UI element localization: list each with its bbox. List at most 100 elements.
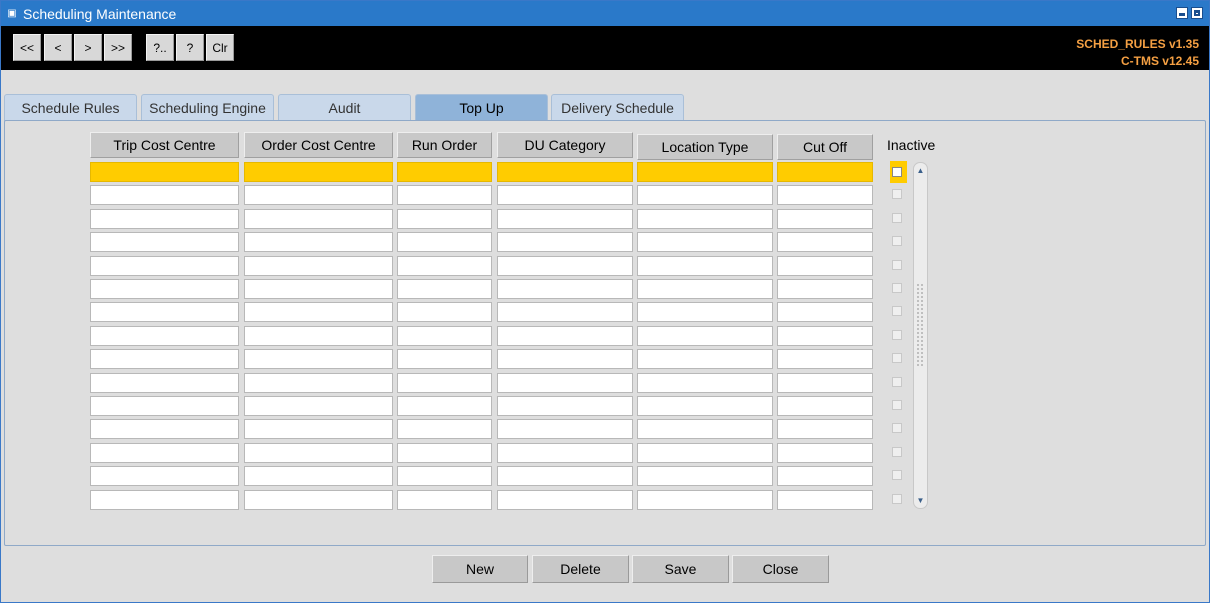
cell-location-type[interactable] — [637, 232, 773, 252]
previous-record-button[interactable]: < — [44, 34, 72, 61]
cell-order-cost-centre[interactable] — [244, 419, 393, 439]
cell-du-category[interactable] — [497, 256, 633, 276]
cell-cut-off[interactable] — [777, 302, 873, 322]
cell-trip-cost-centre[interactable] — [90, 373, 239, 393]
cell-location-type[interactable] — [637, 326, 773, 346]
cell-run-order[interactable] — [397, 490, 492, 510]
cell-run-order[interactable] — [397, 302, 492, 322]
cell-du-category[interactable] — [497, 396, 633, 416]
tab-top-up[interactable]: Top Up — [415, 94, 548, 121]
cell-location-type[interactable] — [637, 256, 773, 276]
inactive-checkbox[interactable] — [892, 423, 902, 433]
cell-location-type[interactable] — [637, 396, 773, 416]
cell-location-type[interactable] — [637, 419, 773, 439]
first-record-button[interactable]: << — [13, 34, 41, 61]
cell-cut-off[interactable] — [777, 466, 873, 486]
cell-trip-cost-centre[interactable] — [90, 256, 239, 276]
cell-trip-cost-centre[interactable] — [90, 232, 239, 252]
cell-run-order[interactable] — [397, 279, 492, 299]
tab-audit[interactable]: Audit — [278, 94, 411, 121]
cell-run-order[interactable] — [397, 443, 492, 463]
grid-scrollbar[interactable]: ▲ ▼ — [913, 162, 928, 509]
cell-order-cost-centre[interactable] — [244, 396, 393, 416]
cell-du-category[interactable] — [497, 232, 633, 252]
cell-trip-cost-centre[interactable] — [90, 443, 239, 463]
cell-order-cost-centre[interactable] — [244, 162, 393, 182]
cell-cut-off[interactable] — [777, 373, 873, 393]
cell-location-type[interactable] — [637, 466, 773, 486]
cell-trip-cost-centre[interactable] — [90, 302, 239, 322]
next-record-button[interactable]: > — [74, 34, 102, 61]
last-record-button[interactable]: >> — [104, 34, 132, 61]
scroll-up-icon[interactable]: ▲ — [915, 165, 926, 176]
inactive-checkbox[interactable] — [892, 400, 902, 410]
maximize-icon[interactable] — [1191, 7, 1203, 19]
tab-scheduling-engine[interactable]: Scheduling Engine — [141, 94, 274, 121]
cell-trip-cost-centre[interactable] — [90, 490, 239, 510]
cell-du-category[interactable] — [497, 209, 633, 229]
inactive-checkbox[interactable] — [892, 189, 902, 199]
cell-location-type[interactable] — [637, 302, 773, 322]
cell-order-cost-centre[interactable] — [244, 256, 393, 276]
cell-trip-cost-centre[interactable] — [90, 326, 239, 346]
inactive-checkbox[interactable] — [892, 306, 902, 316]
cell-order-cost-centre[interactable] — [244, 373, 393, 393]
cell-location-type[interactable] — [637, 490, 773, 510]
cell-du-category[interactable] — [497, 466, 633, 486]
cell-cut-off[interactable] — [777, 349, 873, 369]
cell-order-cost-centre[interactable] — [244, 279, 393, 299]
cell-order-cost-centre[interactable] — [244, 349, 393, 369]
cell-trip-cost-centre[interactable] — [90, 466, 239, 486]
cell-location-type[interactable] — [637, 349, 773, 369]
cell-cut-off[interactable] — [777, 396, 873, 416]
cell-run-order[interactable] — [397, 419, 492, 439]
inactive-checkbox[interactable] — [892, 377, 902, 387]
cell-run-order[interactable] — [397, 349, 492, 369]
tab-schedule-rules[interactable]: Schedule Rules — [4, 94, 137, 121]
cell-order-cost-centre[interactable] — [244, 466, 393, 486]
cell-trip-cost-centre[interactable] — [90, 349, 239, 369]
cell-run-order[interactable] — [397, 232, 492, 252]
cell-du-category[interactable] — [497, 326, 633, 346]
cell-cut-off[interactable] — [777, 232, 873, 252]
cell-run-order[interactable] — [397, 373, 492, 393]
inactive-checkbox[interactable] — [892, 283, 902, 293]
cell-order-cost-centre[interactable] — [244, 490, 393, 510]
cell-location-type[interactable] — [637, 443, 773, 463]
cell-location-type[interactable] — [637, 162, 773, 182]
cell-du-category[interactable] — [497, 185, 633, 205]
inactive-checkbox[interactable] — [892, 213, 902, 223]
cell-order-cost-centre[interactable] — [244, 209, 393, 229]
cell-run-order[interactable] — [397, 466, 492, 486]
cell-run-order[interactable] — [397, 209, 492, 229]
query-execute-button[interactable]: ? — [176, 34, 204, 61]
cell-run-order[interactable] — [397, 326, 492, 346]
cell-run-order[interactable] — [397, 162, 492, 182]
cell-trip-cost-centre[interactable] — [90, 419, 239, 439]
query-enter-button[interactable]: ?.. — [146, 34, 174, 61]
tab-delivery-schedule[interactable]: Delivery Schedule — [551, 94, 684, 121]
new-button[interactable]: New — [432, 555, 528, 583]
cell-run-order[interactable] — [397, 396, 492, 416]
cell-cut-off[interactable] — [777, 185, 873, 205]
close-button[interactable]: Close — [732, 555, 829, 583]
inactive-checkbox[interactable] — [892, 494, 902, 504]
inactive-checkbox[interactable] — [892, 353, 902, 363]
cell-location-type[interactable] — [637, 185, 773, 205]
cell-order-cost-centre[interactable] — [244, 302, 393, 322]
cell-trip-cost-centre[interactable] — [90, 209, 239, 229]
cell-cut-off[interactable] — [777, 279, 873, 299]
cell-cut-off[interactable] — [777, 419, 873, 439]
cell-order-cost-centre[interactable] — [244, 185, 393, 205]
cell-location-type[interactable] — [637, 209, 773, 229]
inactive-checkbox[interactable] — [892, 470, 902, 480]
cell-du-category[interactable] — [497, 443, 633, 463]
cell-du-category[interactable] — [497, 373, 633, 393]
cell-cut-off[interactable] — [777, 256, 873, 276]
cell-order-cost-centre[interactable] — [244, 232, 393, 252]
cell-cut-off[interactable] — [777, 443, 873, 463]
cell-run-order[interactable] — [397, 185, 492, 205]
cell-du-category[interactable] — [497, 279, 633, 299]
cell-du-category[interactable] — [497, 162, 633, 182]
cell-cut-off[interactable] — [777, 162, 873, 182]
